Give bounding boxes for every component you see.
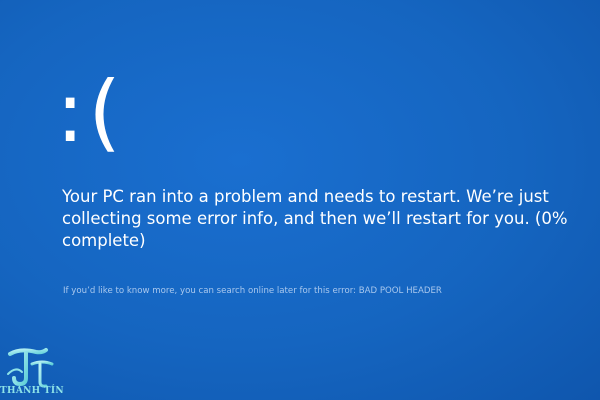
error-message-line-1: Your PC ran into a problem and needs to … <box>62 187 549 206</box>
error-message-line-3: complete) <box>62 231 146 250</box>
sad-face-emoticon: :( <box>56 63 126 161</box>
error-message: Your PC ran into a problem and needs to … <box>62 186 568 252</box>
blue-screen-background: :( Your PC ran into a problem and needs … <box>0 0 600 400</box>
watermark-text: THANH TÍN <box>0 386 64 396</box>
error-message-line-2: collecting some error info, and then we’… <box>62 209 568 228</box>
error-code-info: If you’d like to know more, you can sear… <box>63 286 442 296</box>
